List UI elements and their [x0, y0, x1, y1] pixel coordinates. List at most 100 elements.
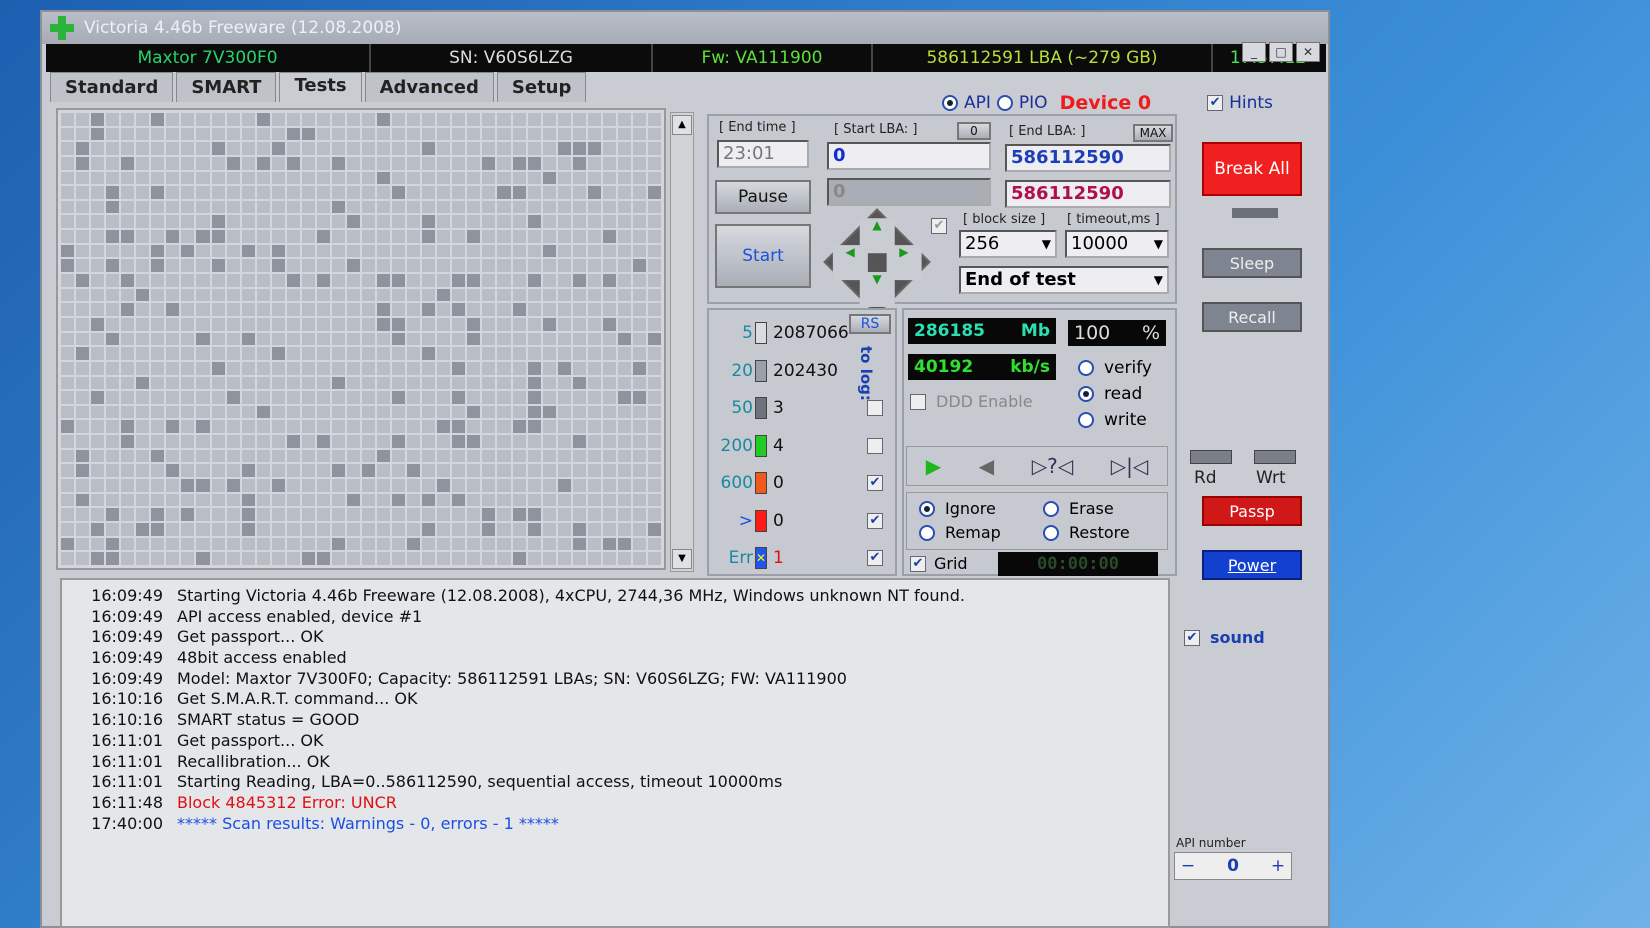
- sector-cell: [286, 552, 300, 565]
- sector-cell: [437, 186, 451, 199]
- api-increment-button[interactable]: +: [1265, 856, 1291, 876]
- hints-checkbox[interactable]: ✔: [1207, 95, 1224, 111]
- sector-cell: [181, 523, 195, 536]
- sector-cell: [422, 508, 436, 522]
- write-radio[interactable]: [1078, 412, 1094, 428]
- end-lba-max-button[interactable]: MAX: [1133, 124, 1173, 142]
- direction-checkbox[interactable]: ✔: [931, 218, 947, 234]
- tab-smart[interactable]: SMART: [176, 72, 277, 102]
- play-icon[interactable]: ▶: [926, 454, 941, 478]
- sector-cell: [452, 464, 466, 478]
- tab-standard[interactable]: Standard: [50, 72, 174, 102]
- skip-to-end-icon[interactable]: ▷|◁: [1111, 454, 1149, 478]
- log-message: Starting Victoria 4.46b Freeware (12.08.…: [177, 586, 965, 605]
- maximize-button[interactable]: □: [1269, 42, 1293, 62]
- sector-cell: [497, 508, 511, 522]
- sound-checkbox[interactable]: ✔: [1184, 629, 1200, 646]
- sector-cell: [467, 288, 481, 302]
- sector-cell: [136, 142, 150, 155]
- sector-cell: [271, 215, 285, 229]
- reset-stats-button[interactable]: RS: [849, 314, 891, 334]
- sector-cell: [587, 113, 601, 126]
- ddd-enable-checkbox[interactable]: [910, 393, 926, 410]
- recall-button[interactable]: Recall: [1202, 302, 1302, 332]
- break-all-button[interactable]: Break All: [1202, 142, 1302, 196]
- seek-unknown-icon[interactable]: ▷?◁: [1032, 454, 1073, 478]
- log-checkbox[interactable]: [867, 437, 883, 454]
- remap-radio[interactable]: [919, 524, 935, 541]
- end-time-input[interactable]: 23:01: [717, 140, 809, 168]
- sleep-button[interactable]: Sleep: [1202, 248, 1302, 278]
- scroll-down-icon[interactable]: ▼: [672, 549, 692, 569]
- sector-cell: [362, 537, 376, 551]
- start-button[interactable]: Start: [715, 224, 811, 288]
- direction-pad[interactable]: ▲ ▶ ◀ ▼: [823, 208, 931, 316]
- log-checkbox[interactable]: ✔: [867, 475, 883, 491]
- erase-radio[interactable]: [1043, 500, 1059, 517]
- sector-cell: [106, 464, 120, 478]
- minimize-button[interactable]: _: [1242, 42, 1266, 62]
- start-lba-input[interactable]: 0: [827, 142, 991, 170]
- api-decrement-button[interactable]: −: [1175, 856, 1201, 876]
- sector-cell: [422, 391, 436, 404]
- sector-cell: [512, 303, 526, 316]
- sector-cell: [136, 171, 150, 185]
- api-radio[interactable]: [942, 95, 958, 111]
- start-lba-zero-button[interactable]: 0: [957, 122, 991, 140]
- scroll-up-icon[interactable]: ▲: [672, 115, 692, 135]
- power-button[interactable]: Power: [1202, 550, 1302, 580]
- passport-button[interactable]: Passp: [1202, 496, 1302, 526]
- chevron-down-icon[interactable]: ▼: [1154, 232, 1167, 256]
- sector-cell: [136, 317, 150, 331]
- sector-cell: [602, 230, 616, 243]
- log-checkbox[interactable]: ✔: [867, 512, 883, 529]
- sector-cell: [211, 537, 225, 551]
- sector-cell: [452, 361, 466, 375]
- sector-cell: [256, 127, 270, 141]
- read-radio[interactable]: [1078, 386, 1094, 402]
- pio-radio[interactable]: [996, 95, 1013, 111]
- sector-cell: [527, 303, 541, 316]
- sector-cell: [482, 405, 496, 419]
- sector-cell: [136, 405, 150, 419]
- ignore-radio[interactable]: [919, 500, 935, 517]
- sector-cell: [301, 171, 315, 185]
- sector-cell: [61, 435, 75, 448]
- tab-setup[interactable]: Setup: [496, 72, 587, 102]
- pause-button[interactable]: Pause: [715, 180, 811, 214]
- sector-cell: [346, 347, 360, 360]
- chevron-down-icon[interactable]: ▼: [1042, 232, 1055, 256]
- sector-cell: [151, 479, 165, 492]
- sector-cell: [61, 376, 75, 390]
- sector-cell: [256, 332, 270, 346]
- drive-info-bar: Maxtor 7V300F0 SN: V60S6LZG Fw: VA111900…: [46, 44, 1326, 72]
- verify-radio[interactable]: [1078, 360, 1094, 376]
- down-arrow-icon[interactable]: ▼: [859, 271, 895, 306]
- sector-cell: [527, 317, 541, 331]
- log-message: ***** Scan results: Warnings - 0, errors…: [177, 813, 559, 833]
- block-size-select[interactable]: 256 ▼: [959, 230, 1057, 258]
- grid-checkbox[interactable]: ✔: [910, 555, 926, 572]
- close-button[interactable]: ✕: [1296, 42, 1320, 62]
- log-checkbox[interactable]: [867, 400, 883, 416]
- sector-cell: [331, 523, 345, 536]
- sector-cell: [557, 405, 571, 419]
- chevron-down-icon[interactable]: ▼: [1154, 268, 1167, 292]
- end-lba-input[interactable]: 586112590: [1005, 144, 1171, 172]
- sector-cell: [497, 259, 511, 273]
- restore-radio[interactable]: [1043, 524, 1059, 541]
- sector-cell: [241, 361, 255, 375]
- sector-cell: [286, 200, 300, 214]
- timeout-select[interactable]: 10000 ▼: [1065, 230, 1169, 258]
- tab-tests[interactable]: Tests: [279, 72, 362, 102]
- rewind-icon[interactable]: ◀: [979, 454, 994, 478]
- end-action-select[interactable]: End of test ▼: [959, 266, 1169, 294]
- api-number-value[interactable]: 0: [1201, 856, 1265, 876]
- tab-advanced[interactable]: Advanced: [364, 72, 494, 102]
- log-time: 16:10:16: [91, 689, 163, 709]
- log-checkbox[interactable]: ✔: [867, 550, 883, 566]
- map-scrollbar[interactable]: ▲ ▼: [670, 112, 694, 572]
- sector-cell: [452, 259, 466, 273]
- sector-cell: [91, 171, 105, 185]
- sector-cell: [346, 142, 360, 155]
